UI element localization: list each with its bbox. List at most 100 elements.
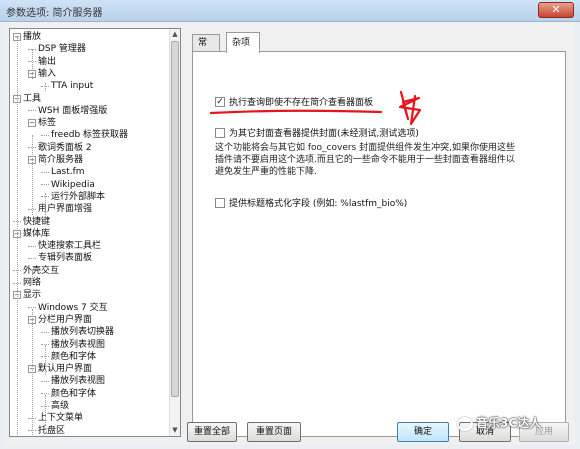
window-title: 参数选项: 简介服务器 — [6, 8, 103, 19]
tree-item-last-fm[interactable]: Last.fm — [41, 166, 85, 178]
tree-item-label: 颜色和字体 — [51, 351, 97, 362]
tree-item-label: 托盘区 — [38, 425, 66, 436]
tree-item-label: Windows 7 交互 — [38, 302, 108, 313]
tree-item-播放列表视图[interactable]: 播放列表视图 — [41, 339, 105, 351]
tree-item-用户界面增强[interactable]: 用户界面增强 — [28, 203, 92, 215]
tree-item-label: 显示 — [23, 290, 42, 301]
tree-connector — [41, 184, 49, 186]
tree-guide-line — [17, 37, 18, 436]
tree-collapse-icon[interactable]: − — [28, 119, 36, 128]
title-bar: 参数选项: 简介服务器 ✕ — [0, 0, 580, 22]
tree-item-label: 播放列表切换器 — [51, 327, 115, 338]
tree-item-播放列表切换器[interactable]: 播放列表切换器 — [41, 326, 114, 338]
option-query-without-panel[interactable]: ✓ 执行查询即使不存在简介查看器面板 — [215, 95, 373, 108]
tree-item-label: DSP 管理器 — [38, 44, 86, 55]
tree-guide-line — [45, 345, 46, 375]
tree-item-label: 用户界面增强 — [38, 204, 93, 215]
option-description: 这个功能将会与其它如 foo_covers 封面提供组件发生冲突,如果你使用这些… — [215, 143, 515, 177]
tree-connector — [41, 331, 49, 333]
scroll-thumb[interactable] — [171, 41, 179, 397]
tree-item-label: 高级 — [51, 401, 70, 411]
tree-connector — [28, 110, 36, 112]
tree-guide-line — [45, 83, 46, 91]
tree-item-wsh-面板增强版[interactable]: WSH 面板增强版 — [28, 105, 107, 117]
tree-item-label: Last.fm — [51, 167, 85, 178]
tree-item-label: WSH 面板增强版 — [38, 105, 108, 116]
watermark: 音乐3C达人 — [457, 414, 541, 431]
tree-item-tta-input[interactable]: TTA input — [41, 80, 93, 92]
tree-item-播放列表视图[interactable]: 播放列表视图 — [41, 375, 105, 387]
reset-all-button[interactable]: 重置全部 — [187, 422, 237, 442]
tree-item-媒体库[interactable]: − 媒体库 — [13, 228, 50, 240]
settings-panel: ✓ 执行查询即使不存在简介查看器面板 为其它封面查看器提供封面(未经测试,测试选项… — [192, 51, 566, 437]
tree-item-label: 标签 — [38, 118, 57, 129]
tree-guide-line — [45, 157, 46, 165]
tree-item-label: TTA input — [51, 81, 94, 92]
tree-item-label: 专辑列表面板 — [38, 253, 93, 264]
tree-item-label: 运行外部脚本 — [51, 191, 106, 202]
scroll-down-icon[interactable]: ▼ — [170, 425, 180, 436]
tab-misc[interactable]: 杂项 — [226, 32, 260, 53]
tree-item-label: 媒体库 — [23, 228, 51, 239]
scroll-up-icon[interactable]: ▲ — [170, 29, 180, 40]
tree-item-颜色和字体[interactable]: 颜色和字体 — [41, 351, 96, 363]
tree-item-label: 外壳交互 — [23, 265, 60, 276]
wechat-icon — [457, 416, 473, 431]
tree-item-标签[interactable]: − 标签 — [28, 117, 56, 129]
tree-item-外壳交互[interactable]: 外壳交互 — [13, 265, 59, 277]
tree-item-label: freedb 标签获取器 — [51, 130, 129, 141]
tree-item-快速搜索工具栏[interactable]: 快速搜索工具栏 — [28, 240, 101, 252]
tree-item-简介服务器[interactable]: − 简介服务器 — [28, 154, 83, 166]
tree-item-label: 快速搜索工具栏 — [38, 241, 102, 252]
tree-item-label: Wikipedia — [51, 179, 95, 190]
tree-item-上下文菜单[interactable]: 上下文菜单 — [28, 412, 83, 424]
tree-connector — [28, 245, 36, 247]
tree-item-label: 播放 — [23, 32, 42, 42]
red-underline-annotation — [209, 109, 383, 115]
tree-item-label: 工具 — [23, 93, 42, 104]
close-button[interactable]: ✕ — [538, 2, 574, 18]
tree-item-dsp-管理器[interactable]: DSP 管理器 — [28, 43, 86, 55]
tree-item-label: 输出 — [38, 56, 57, 67]
tree-item-运行外部脚本[interactable]: 运行外部脚本 — [41, 191, 105, 203]
tree-item-label: 播放列表视图 — [51, 376, 106, 387]
tree-connector — [28, 307, 36, 309]
tree-scrollbar[interactable]: ▲ ▼ — [169, 29, 180, 436]
tree-connector — [41, 134, 49, 136]
red-star-annotation — [398, 90, 422, 126]
ok-button[interactable]: 确定 — [397, 422, 449, 442]
tree-guide-line — [45, 395, 46, 425]
checkbox-checked-icon[interactable]: ✓ — [215, 96, 225, 107]
tree-item-歌词秀面板-2[interactable]: 歌词秀面板 2 — [28, 142, 92, 154]
tree-item-label: 颜色和字体 — [51, 388, 97, 399]
tree-item-freedb-标签获取器[interactable]: freedb 标签获取器 — [41, 129, 128, 141]
tree-item-默认用户界面[interactable]: − 默认用户界面 — [28, 363, 92, 375]
tree-item-label: 默认用户界面 — [38, 364, 93, 375]
tree-item-label: 歌词秀面板 2 — [38, 142, 92, 153]
tree-item-分栏用户界面[interactable]: − 分栏用户界面 — [28, 314, 92, 326]
tree-guide-line — [32, 271, 33, 283]
tree-guide-line — [45, 193, 46, 223]
tree-guide-line — [32, 135, 33, 215]
tree-connector — [28, 257, 36, 259]
tree-guide-line — [32, 49, 33, 79]
tree-item-label: 播放列表视图 — [51, 339, 106, 350]
tree-item-label: 分栏用户界面 — [38, 314, 93, 325]
reset-page-button[interactable]: 重置页面 — [247, 422, 301, 442]
option-title-format-fields[interactable]: 提供标题格式化字段 (例如: %lastfm_bio%) — [215, 196, 407, 209]
tree-item-wikipedia[interactable]: Wikipedia — [41, 179, 95, 191]
dialog-client: ▲ ▼ − 播放 DSP 管理器 输出 − 输入 TTA input − 工具 WSH 面板增强版… — [5, 22, 575, 445]
tree-item-专辑列表面板[interactable]: 专辑列表面板 — [28, 252, 92, 264]
tree-item-托盘区[interactable]: 托盘区 — [28, 425, 66, 436]
tree-connector — [41, 171, 49, 173]
preferences-tree[interactable]: ▲ ▼ − 播放 DSP 管理器 输出 − 输入 TTA input − 工具 WSH 面板增强版… — [9, 28, 181, 437]
option-provide-covers[interactable]: 为其它封面查看器提供封面(未经测试,测试选项) — [215, 126, 419, 139]
tab-general[interactable]: 常规 — [192, 34, 220, 65]
tree-item-label: 输入 — [38, 68, 57, 79]
checkbox-unchecked-icon[interactable] — [215, 197, 225, 208]
tree-guide-line — [32, 309, 33, 436]
tree-connector — [41, 380, 49, 382]
tree-item-windows-7-交互[interactable]: Windows 7 交互 — [28, 302, 108, 314]
tree-item-颜色和字体[interactable]: 颜色和字体 — [41, 388, 96, 400]
checkbox-unchecked-icon[interactable] — [215, 127, 225, 138]
